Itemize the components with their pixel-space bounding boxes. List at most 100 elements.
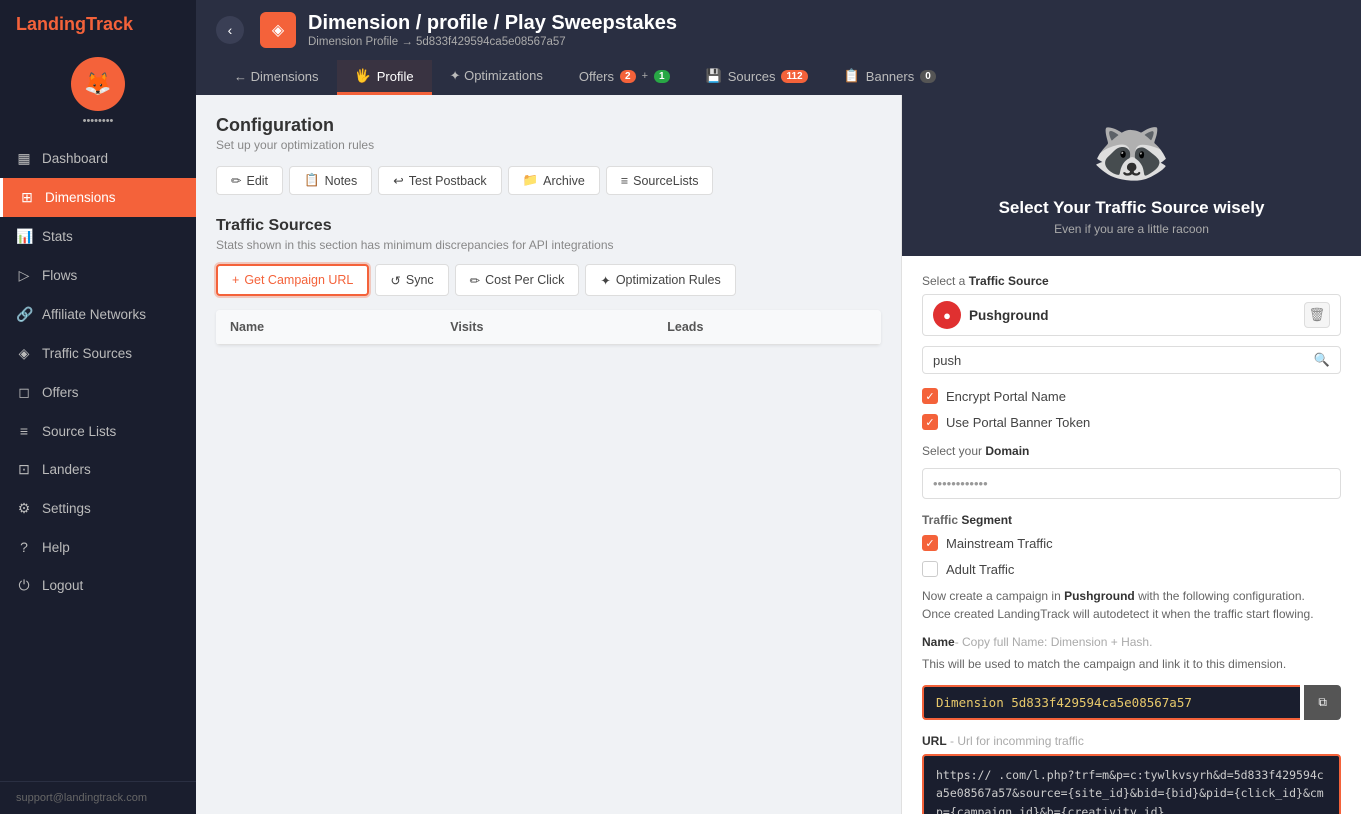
logout-icon: ⏻ bbox=[16, 577, 32, 594]
optimization-rules-button[interactable]: ✦ Optimization Rules bbox=[585, 264, 735, 296]
tab-offers-label: Offers bbox=[579, 69, 614, 84]
profile-icon: 🖐 bbox=[355, 68, 371, 84]
name-section-label: Name- Copy full Name: Dimension + Hash. bbox=[922, 635, 1341, 649]
nav-menu: ▦ Dashboard ⊞ Dimensions 📊 Stats ▷ Flows… bbox=[0, 139, 196, 781]
sidebar-item-settings[interactable]: ⚙ Settings bbox=[0, 489, 196, 528]
ts-select-row[interactable]: ● Pushground 🗑 bbox=[922, 294, 1341, 336]
cost-per-click-button[interactable]: ✏ Cost Per Click bbox=[455, 264, 580, 296]
test-postback-label: Test Postback bbox=[409, 174, 487, 188]
main-area: ‹ ◈ Dimension / profile / Play Sweepstak… bbox=[196, 0, 1361, 814]
campaign-url-field: https:// .com/l.php?trf=m&p=c:tywlkvsyrh… bbox=[922, 754, 1341, 814]
right-panel: 🦝 Select Your Traffic Source wisely Even… bbox=[901, 95, 1361, 814]
source-lists-button[interactable]: ≡ SourceLists bbox=[606, 166, 714, 195]
get-campaign-url-button[interactable]: + Get Campaign URL bbox=[216, 264, 369, 296]
raccoon-emoji: 🦝 bbox=[1092, 115, 1172, 190]
page-subtitle: Dimension Profile → 5d833f429594ca5e0856… bbox=[308, 36, 677, 48]
sidebar: LandingTrack 🦊 •••••••• ▦ Dashboard ⊞ Di… bbox=[0, 0, 196, 814]
content-area: Configuration Set up your optimization r… bbox=[196, 95, 1361, 814]
sync-icon: ↺ bbox=[390, 273, 400, 288]
traffic-segment-label: Traffic Segment bbox=[922, 513, 1341, 527]
encrypt-portal-label: Encrypt Portal Name bbox=[946, 389, 1066, 404]
adult-label: Adult Traffic bbox=[946, 562, 1014, 577]
dashboard-icon: ▦ bbox=[16, 150, 32, 167]
domain-field-label: Select your Domain bbox=[922, 444, 1341, 458]
encrypt-portal-checkbox[interactable]: ✓ bbox=[922, 388, 938, 404]
test-postback-button[interactable]: ↩ Test Postback bbox=[378, 166, 501, 195]
traffic-source-field-label: Select a Traffic Source bbox=[922, 274, 1341, 288]
tab-sources[interactable]: 💾 Sources 112 bbox=[688, 60, 826, 95]
sidebar-item-stats[interactable]: 📊 Stats bbox=[0, 217, 196, 256]
edit-label: Edit bbox=[246, 174, 268, 188]
campaign-id-copy-btn[interactable]: ⧉ bbox=[1304, 685, 1341, 720]
url-label: URL bbox=[922, 734, 947, 748]
notes-icon: 📋 bbox=[304, 173, 320, 188]
ts-title: Traffic Sources bbox=[216, 217, 881, 235]
tab-dimensions[interactable]: ← Dimensions bbox=[216, 60, 337, 95]
use-portal-banner-checkbox[interactable]: ✓ bbox=[922, 414, 938, 430]
url-desc: - Url for incomming traffic bbox=[950, 734, 1084, 748]
panel-headline: Select Your Traffic Source wisely bbox=[999, 198, 1265, 218]
sidebar-item-landers[interactable]: ⊡ Landers bbox=[0, 450, 196, 489]
sync-button[interactable]: ↺ Sync bbox=[375, 264, 448, 296]
help-icon: ? bbox=[16, 539, 32, 555]
get-campaign-url-label: Get Campaign URL bbox=[244, 273, 353, 287]
sidebar-item-logout[interactable]: ⏻ Logout bbox=[0, 566, 196, 605]
traffic-sources-table: Name Visits Leads bbox=[216, 310, 881, 345]
edit-button[interactable]: ✏ Edit bbox=[216, 166, 283, 195]
sidebar-label-stats: Stats bbox=[42, 229, 73, 244]
sources-icon: 💾 bbox=[706, 68, 722, 84]
ts-subtitle: Stats shown in this section has minimum … bbox=[216, 238, 881, 252]
username-label: •••••••• bbox=[83, 115, 114, 127]
sidebar-label-source-lists: Source Lists bbox=[42, 424, 116, 439]
mainstream-checkbox[interactable]: ✓ bbox=[922, 535, 938, 551]
offers-icon: ◻ bbox=[16, 384, 32, 401]
search-icon: 🔍 bbox=[1314, 352, 1330, 368]
offers-plus: + bbox=[642, 70, 648, 82]
archive-label: Archive bbox=[543, 174, 585, 188]
sidebar-item-traffic-sources[interactable]: ◈ Traffic Sources bbox=[0, 334, 196, 373]
ts-search-box[interactable]: 🔍 bbox=[922, 346, 1341, 374]
tab-profile[interactable]: 🖐 Profile bbox=[337, 60, 432, 95]
tab-dimensions-label: ← Dimensions bbox=[234, 69, 319, 84]
traffic-sources-section: Traffic Sources Stats shown in this sect… bbox=[216, 217, 881, 345]
archive-icon: 📁 bbox=[523, 173, 539, 188]
domain-label-text: Select your bbox=[922, 444, 982, 458]
sidebar-item-dimensions[interactable]: ⊞ Dimensions bbox=[0, 178, 196, 217]
sidebar-item-flows[interactable]: ▷ Flows bbox=[0, 256, 196, 295]
sidebar-footer: support@landingtrack.com bbox=[0, 781, 196, 814]
ts-delete-button[interactable]: 🗑 bbox=[1304, 302, 1330, 328]
sidebar-label-traffic-sources: Traffic Sources bbox=[42, 346, 132, 361]
notes-button[interactable]: 📋 Notes bbox=[289, 166, 372, 195]
back-button[interactable]: ‹ bbox=[216, 16, 244, 44]
info-text-3: Once created LandingTrack will autodetec… bbox=[922, 607, 1314, 621]
ts-search-input[interactable] bbox=[933, 353, 1314, 368]
domain-label-bold: Domain bbox=[985, 444, 1029, 458]
logo-text-start: Landing bbox=[16, 14, 86, 34]
sidebar-item-source-lists[interactable]: ≡ Source Lists bbox=[0, 412, 196, 450]
sidebar-label-help: Help bbox=[42, 540, 70, 555]
topbar: ‹ ◈ Dimension / profile / Play Sweepstak… bbox=[196, 0, 1361, 95]
adult-checkbox[interactable] bbox=[922, 561, 938, 577]
source-lists-btn-icon: ≡ bbox=[621, 174, 628, 188]
archive-button[interactable]: 📁 Archive bbox=[508, 166, 600, 195]
domain-select[interactable]: •••••••••••• bbox=[922, 468, 1341, 499]
tab-banners[interactable]: 📋 Banners 0 bbox=[826, 60, 954, 95]
avatar: 🦊 bbox=[71, 57, 125, 111]
tab-optimizations[interactable]: ✦ Optimizations bbox=[432, 60, 561, 95]
logo-text-end: Track bbox=[86, 14, 133, 34]
encrypt-portal-row: ✓ Encrypt Portal Name bbox=[922, 388, 1341, 404]
sidebar-item-dashboard[interactable]: ▦ Dashboard bbox=[0, 139, 196, 178]
config-title: Configuration bbox=[216, 115, 881, 136]
sidebar-item-offers[interactable]: ◻ Offers bbox=[0, 373, 196, 412]
panel-body: Select a Traffic Source ● Pushground 🗑 🔍… bbox=[902, 256, 1361, 814]
tab-offers[interactable]: Offers 2 + 1 bbox=[561, 60, 688, 95]
topbar-title-block: Dimension / profile / Play Sweepstakes D… bbox=[308, 12, 677, 48]
sidebar-label-dimensions: Dimensions bbox=[45, 190, 116, 205]
campaign-id-field: Dimension 5d833f429594ca5e08567a57 bbox=[922, 685, 1300, 720]
tab-optimizations-label: ✦ Optimizations bbox=[450, 68, 543, 84]
sidebar-item-help[interactable]: ? Help bbox=[0, 528, 196, 566]
name-desc: - Copy full Name: Dimension + Hash. bbox=[955, 635, 1153, 649]
optimization-rules-label: Optimization Rules bbox=[616, 273, 721, 287]
landers-icon: ⊡ bbox=[16, 461, 32, 478]
sidebar-item-affiliate-networks[interactable]: 🔗 Affiliate Networks bbox=[0, 295, 196, 334]
